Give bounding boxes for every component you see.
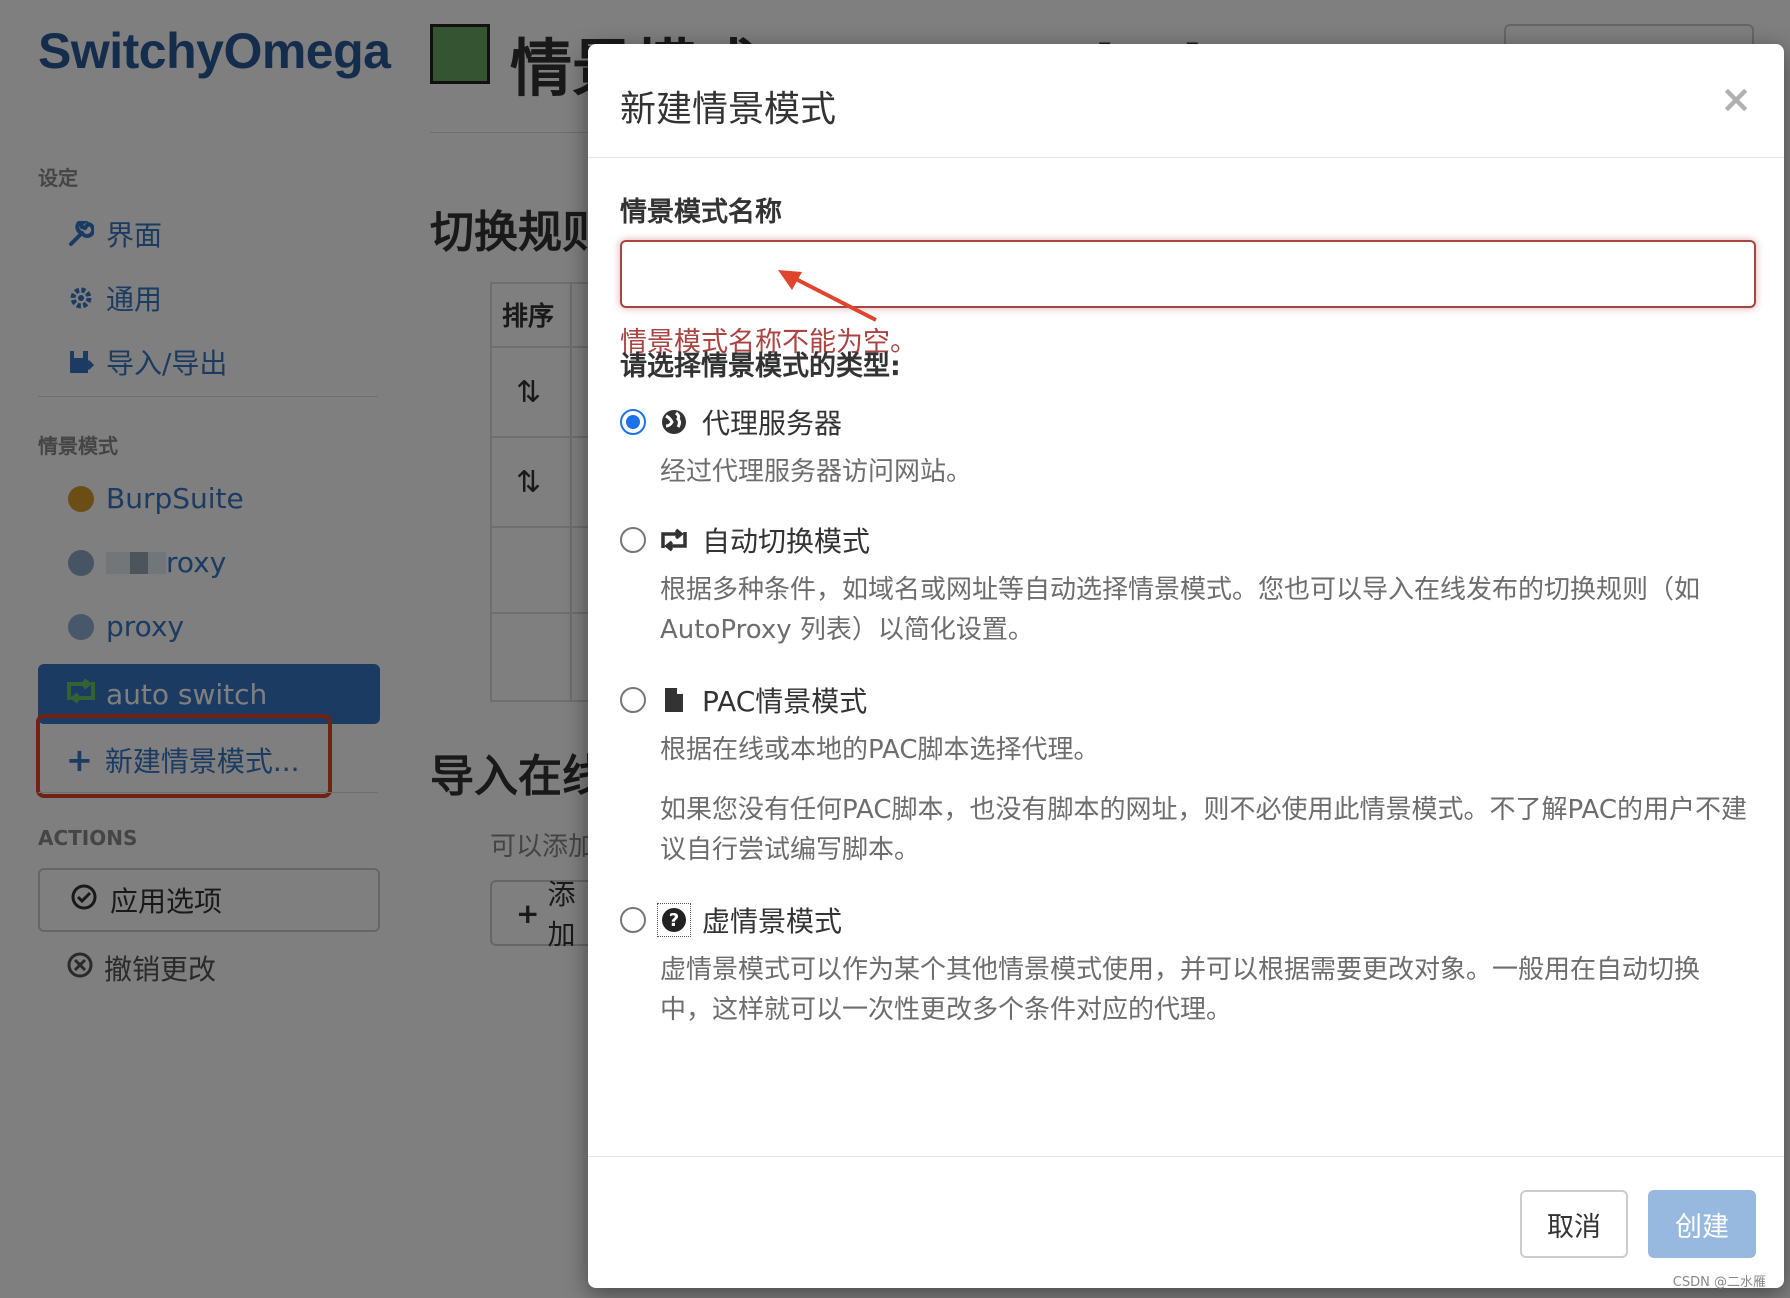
option-description: 根据在线或本地的PAC脚本选择代理。 xyxy=(660,735,1100,765)
dialog-title: 新建情景模式 xyxy=(620,89,837,130)
option-label: 虚情景模式 xyxy=(702,905,843,938)
profile-type-label: 请选择情景模式的类型: xyxy=(620,351,901,382)
option-description: 虚情景模式可以作为某个其他情景模式使用，并可以根据需要更改对象。一般用在自动切换… xyxy=(660,955,1701,1025)
option-proxy-server[interactable]: 代理服务器 xyxy=(620,402,842,442)
retweet-icon xyxy=(658,524,690,556)
profile-name-label: 情景模式名称 xyxy=(620,197,782,228)
option-label: 代理服务器 xyxy=(702,407,843,440)
option-pac[interactable]: PAC情景模式 xyxy=(620,680,867,720)
cancel-button[interactable]: 取消 xyxy=(1520,1190,1628,1258)
question-icon: ? xyxy=(657,903,691,937)
option-virtual[interactable]: ? 虚情景模式 xyxy=(620,900,842,940)
radio-auto-switch[interactable] xyxy=(620,527,646,553)
file-icon xyxy=(658,684,690,716)
option-description: 根据多种条件，如域名或网址等自动选择情景模式。您也可以导入在线发布的切换规则（如… xyxy=(660,575,1701,645)
radio-virtual[interactable] xyxy=(620,907,646,933)
annotation-arrow xyxy=(778,270,877,322)
dialog-header: 新建情景模式 × xyxy=(588,44,1784,158)
radio-proxy-server[interactable] xyxy=(620,409,646,435)
svg-text:?: ? xyxy=(669,910,679,931)
option-description: 经过代理服务器访问网站。 xyxy=(660,457,973,487)
watermark: CSDN @二水雁 xyxy=(1672,1275,1766,1290)
globe-icon xyxy=(658,406,690,438)
option-auto-switch[interactable]: 自动切换模式 xyxy=(620,520,870,560)
dialog-footer-divider xyxy=(588,1156,1784,1157)
close-icon[interactable]: × xyxy=(1720,80,1752,118)
option-description: 如果您没有任何PAC脚本，也没有脚本的网址，则不必使用此情景模式。不了解PAC的… xyxy=(660,795,1747,865)
new-profile-dialog: 新建情景模式 × 情景模式名称 情景模式名称不能为空。 请选择情景模式的类型: … xyxy=(588,44,1784,1288)
option-label: PAC情景模式 xyxy=(702,685,868,718)
option-label: 自动切换模式 xyxy=(702,525,871,558)
radio-pac[interactable] xyxy=(620,687,646,713)
create-button[interactable]: 创建 xyxy=(1648,1190,1756,1258)
